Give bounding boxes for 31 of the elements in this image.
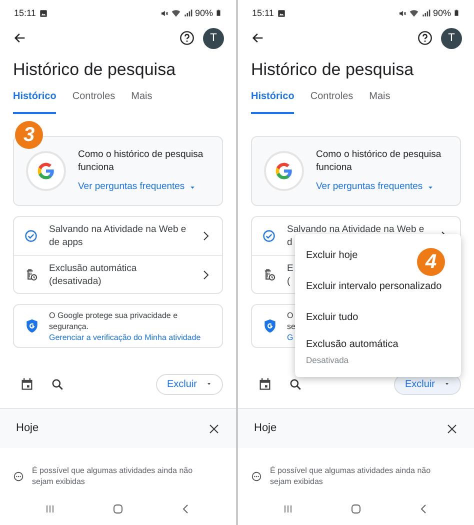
setting-label: E: [287, 262, 294, 274]
setting-label: Salvando na Atividade na Web e: [287, 223, 424, 236]
setting-label: de apps: [49, 236, 83, 249]
page-title: Histórico de pesquisa: [13, 59, 177, 81]
setting-label: (: [287, 274, 290, 288]
status-time: 15:11: [14, 6, 36, 20]
setting-label: Salvando na Atividade na Web e: [49, 223, 186, 236]
step-badge: 4: [417, 248, 445, 276]
notice-text: sejam exibidas: [32, 476, 86, 487]
menu-item-status: Desativada: [306, 354, 349, 367]
privacy-text: segurança.: [49, 320, 90, 332]
setting-label: Exclusão automática: [49, 262, 137, 274]
setting-label: d: [287, 236, 292, 249]
privacy-text: O: [287, 310, 294, 320]
battery-level: 90%: [432, 6, 451, 20]
setting-label: (desativada): [49, 274, 102, 288]
info-text: funciona: [316, 160, 353, 174]
battery-level: 90%: [194, 6, 213, 20]
privacy-text: se: [287, 320, 296, 332]
notice-text: É possível que algumas atividades ainda não: [32, 465, 193, 476]
section-title: Hoje: [254, 421, 277, 436]
info-text: Como o histórico de pesquisa: [316, 148, 442, 161]
status-time: 15:11: [252, 6, 274, 20]
info-text: funciona: [78, 160, 115, 174]
page-title: Histórico de pesquisa: [251, 59, 415, 81]
section-title: Hoje: [16, 421, 39, 436]
info-text: Como o histórico de pesquisa: [78, 148, 204, 161]
notice-text: É possível que algumas atividades ainda não: [270, 465, 431, 476]
step-badge: 3: [15, 121, 43, 149]
privacy-text: O Google protege sua privacidade e: [49, 310, 179, 320]
notice-text: sejam exibidas: [270, 476, 324, 487]
